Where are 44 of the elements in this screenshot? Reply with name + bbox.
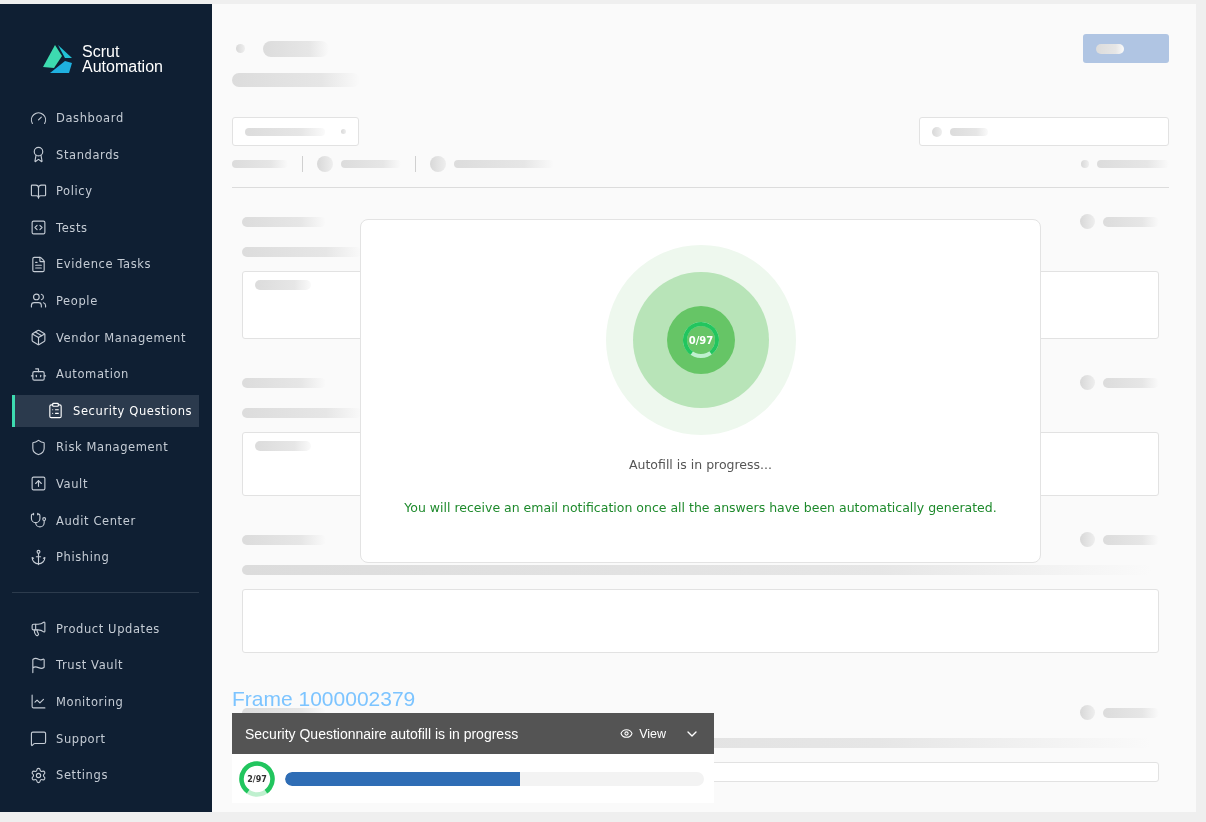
view-button[interactable]: View xyxy=(620,726,666,741)
chat-icon xyxy=(30,730,47,747)
nav-item[interactable]: Settings xyxy=(12,759,199,792)
line-chart-icon xyxy=(30,693,47,711)
nav-item[interactable]: Trust Vault xyxy=(12,649,199,682)
progress-count: 0/97 xyxy=(688,335,713,346)
nav-item[interactable]: Audit Center xyxy=(12,504,199,537)
nav-item[interactable]: Dashboard xyxy=(12,102,199,134)
nav-item[interactable]: Policy xyxy=(12,175,199,208)
shield-icon xyxy=(30,438,47,456)
nav-item[interactable]: Product Updates xyxy=(12,612,199,645)
logo-icon xyxy=(41,44,74,74)
document-icon xyxy=(30,255,47,273)
gauge-icon xyxy=(30,109,47,127)
logo-text: Scrut Automation xyxy=(82,44,163,74)
nav-item[interactable]: Security Questions xyxy=(12,394,199,427)
nav-item[interactable]: Evidence Tasks xyxy=(12,248,199,281)
flag-icon xyxy=(30,656,47,674)
toast-title: Security Questionnaire autofill is in progress xyxy=(245,725,520,742)
nav-item[interactable]: Vendor Management xyxy=(12,321,199,354)
box-icon xyxy=(30,329,47,347)
nav-item[interactable]: People xyxy=(12,284,199,317)
nav-item[interactable]: Standards xyxy=(12,138,199,171)
nav-item[interactable]: Phishing xyxy=(12,541,199,574)
nav-item[interactable]: Monitoring xyxy=(12,685,199,718)
stethoscope-icon xyxy=(30,512,47,530)
users-icon xyxy=(30,292,47,310)
nav-item[interactable]: Support xyxy=(12,722,199,755)
anchor-icon xyxy=(30,548,47,566)
robot-icon xyxy=(30,365,47,383)
nav-item[interactable]: Automation xyxy=(12,358,199,391)
eye-icon xyxy=(620,727,634,740)
notification-text: You will receive an email notification once all the answers have been automatically generated. xyxy=(404,500,997,515)
nav-item[interactable]: Risk Management xyxy=(12,431,199,464)
progress-ring: 2/97 xyxy=(238,759,276,798)
frame-label: Frame 1000002379 xyxy=(232,687,416,711)
settings-icon xyxy=(30,766,47,784)
nav-item[interactable]: Vault xyxy=(12,467,199,500)
megaphone-icon xyxy=(30,620,47,638)
book-icon xyxy=(30,182,47,200)
nav-item[interactable]: Tests xyxy=(12,211,199,244)
clipboard-icon xyxy=(47,402,64,420)
code-icon xyxy=(30,219,47,237)
status-text: Autofill is in progress... xyxy=(629,457,772,472)
